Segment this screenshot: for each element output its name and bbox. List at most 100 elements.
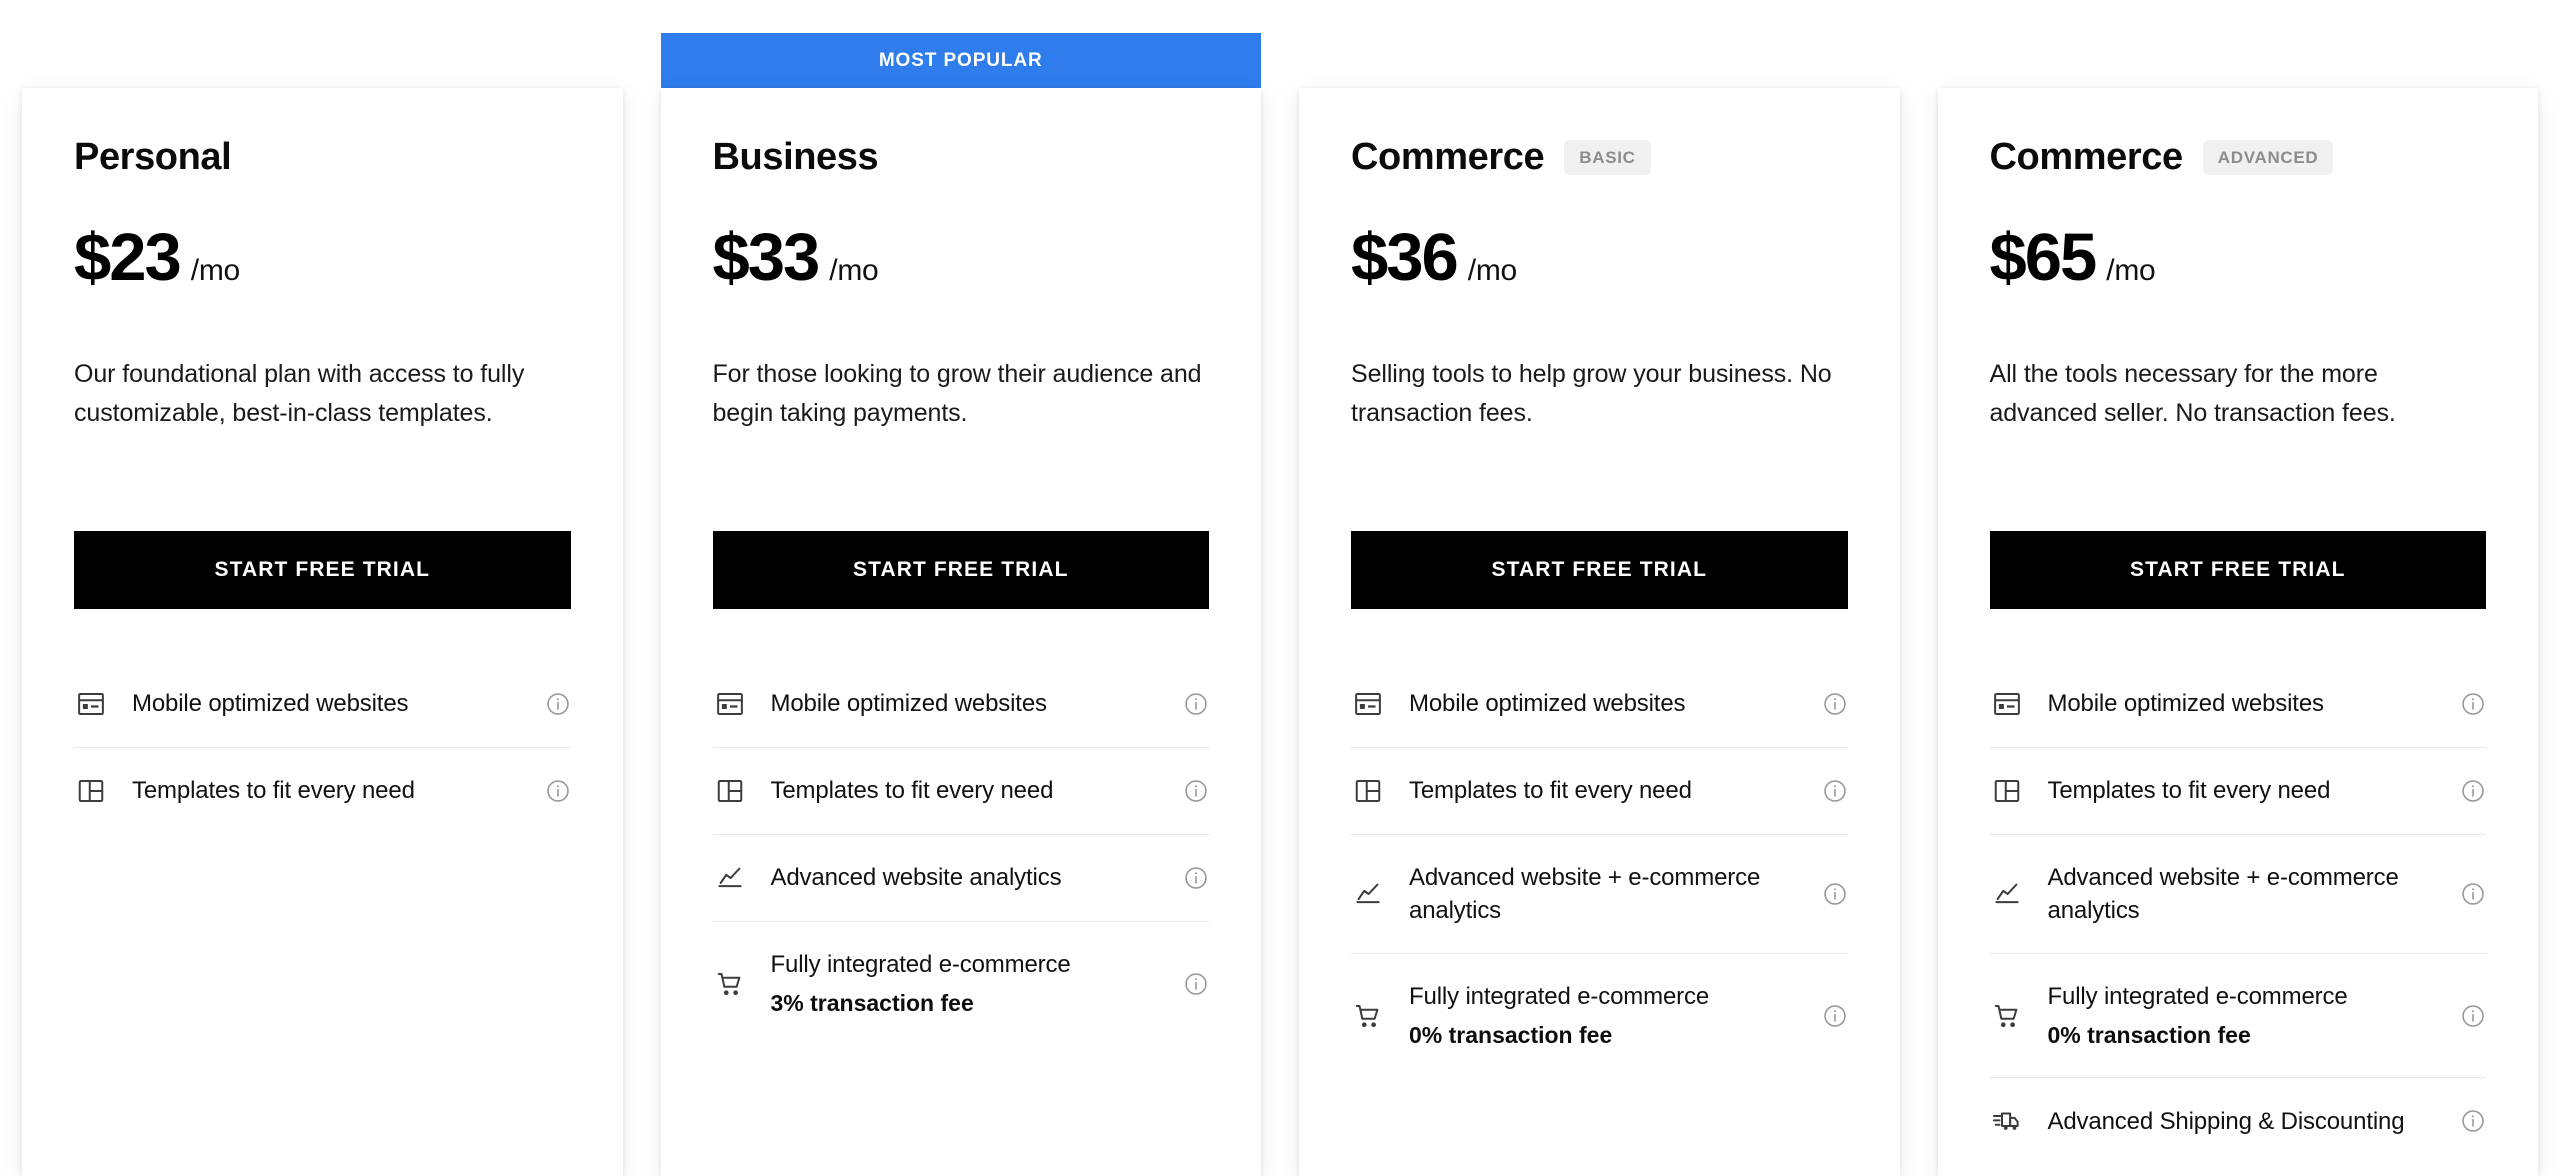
plan-name: Commerce	[1989, 135, 2184, 178]
feature-label: Fully integrated e-commerce	[1409, 983, 1710, 1011]
feature-row: Mobile optimized websites	[74, 661, 571, 748]
info-icon[interactable]	[1183, 865, 1209, 891]
feature-row: Templates to fit every need	[712, 748, 1209, 835]
plan-card: Business $33/mo For those looking to grow …	[660, 88, 1261, 1176]
info-icon[interactable]	[1183, 691, 1209, 717]
feature-row: Fully integrated e-commerce 0% transactio…	[1351, 954, 1848, 1077]
feature-row: Mobile optimized websites	[1351, 661, 1848, 748]
plan-description: Our foundational plan with access to ful…	[74, 360, 525, 427]
feature-label: Fully integrated e-commerce	[770, 951, 1071, 978]
plan-column-3: Commerce BASIC $36/mo Selling tools to help…	[1299, 0, 1900, 1176]
info-icon[interactable]	[2460, 691, 2486, 717]
info-icon[interactable]	[545, 691, 571, 717]
feature-text: Advanced website analytics	[771, 861, 1160, 894]
plan-header: Commerce BASIC	[1351, 134, 1848, 180]
plan-name: Business	[712, 135, 879, 178]
feature-text: Advanced website + e-commerce analytics	[2048, 861, 2437, 927]
info-icon[interactable]	[2460, 1108, 2486, 1134]
most-popular-label: MOST POPULAR	[878, 49, 1043, 71]
info-icon[interactable]	[1183, 971, 1209, 997]
plan-header: Business	[713, 134, 1210, 180]
price-period: /mo	[1467, 254, 1517, 287]
analytics-chart-icon	[1351, 877, 1385, 911]
feature-label: Fully integrated e-commerce	[2047, 983, 2348, 1011]
plan-description: For those looking to grow their audience…	[712, 360, 1202, 427]
price-period: /mo	[2106, 254, 2156, 287]
layout-grid-icon	[713, 774, 747, 808]
plan-header: Personal	[74, 134, 571, 180]
shopping-cart-icon	[1990, 999, 2024, 1033]
price-period: /mo	[190, 254, 240, 287]
info-icon[interactable]	[1822, 691, 1848, 717]
plan-header: Commerce ADVANCED	[1990, 134, 2487, 180]
plan-description: All the tools necessary for the more adv…	[1989, 360, 2396, 427]
start-free-trial-button[interactable]: START FREE TRIAL	[1351, 531, 1848, 609]
shipping-truck-icon	[1990, 1104, 2024, 1138]
feature-text: Templates to fit every need	[771, 774, 1160, 807]
browser-window-icon	[1351, 687, 1385, 721]
feature-row: Templates to fit every need	[1351, 748, 1848, 835]
price-amount: $33	[712, 220, 821, 295]
feature-row: Mobile optimized websites	[712, 661, 1209, 748]
feature-text: Mobile optimized websites	[771, 687, 1160, 720]
plan-card: Personal $23/mo Our foundational plan with…	[22, 88, 623, 1176]
most-popular-banner: MOST POPULAR	[660, 33, 1261, 88]
layout-grid-icon	[1990, 774, 2024, 808]
plan-price: $65/mo	[1990, 224, 2487, 291]
feature-text: Advanced Shipping & Discounting	[2048, 1105, 2437, 1138]
plan-feature-list: Mobile optimized websites Templates to fi…	[74, 661, 571, 834]
plan-column-2: MOST POPULAR Business $33/mo For those look…	[660, 0, 1261, 1176]
feature-text: Fully integrated e-commerce 0% transactio…	[1409, 980, 1798, 1051]
plan-column-4: Commerce ADVANCED $65/mo All the tools nece…	[1937, 0, 2538, 1176]
feature-row: Advanced website analytics	[712, 835, 1209, 922]
feature-row: Templates to fit every need	[1989, 748, 2486, 835]
info-icon[interactable]	[2460, 1003, 2486, 1029]
info-icon[interactable]	[1822, 881, 1848, 907]
feature-row: Advanced website + e-commerce analytics	[1989, 835, 2486, 955]
plan-description: Selling tools to help grow your business…	[1351, 360, 1832, 427]
feature-text: Templates to fit every need	[2048, 774, 2437, 807]
feature-text: Fully integrated e-commerce 0% transactio…	[2048, 980, 2437, 1051]
pricing-plans-grid: Personal $23/mo Our foundational plan with…	[0, 0, 2560, 1176]
plan-name: Personal	[74, 135, 232, 178]
price-period: /mo	[829, 254, 879, 287]
feature-label: Advanced website analytics	[770, 864, 1062, 892]
plan-tier-badge: BASIC	[1564, 139, 1651, 175]
feature-text: Mobile optimized websites	[1409, 687, 1798, 720]
start-free-trial-button[interactable]: START FREE TRIAL	[1989, 531, 2486, 609]
browser-window-icon	[1990, 687, 2024, 721]
info-icon[interactable]	[2460, 881, 2486, 907]
analytics-chart-icon	[1990, 877, 2024, 911]
plan-card: Commerce ADVANCED $65/mo All the tools nece…	[1937, 88, 2538, 1176]
feature-label: Advanced website + e-commerce analytics	[2047, 864, 2399, 925]
feature-label: Advanced Shipping & Discounting	[2047, 1107, 2405, 1135]
feature-row: Advanced Shipping & Discounting	[1990, 1078, 2487, 1164]
info-icon[interactable]	[1183, 778, 1209, 804]
feature-text: Templates to fit every need	[1409, 774, 1798, 807]
feature-label: Mobile optimized websites	[770, 690, 1048, 718]
info-icon[interactable]	[1822, 1003, 1848, 1029]
feature-label: Advanced website + e-commerce analytics	[1409, 864, 1761, 925]
browser-window-icon	[713, 687, 747, 721]
plan-tier-badge: ADVANCED	[2202, 139, 2334, 175]
start-free-trial-button[interactable]: START FREE TRIAL	[74, 531, 571, 609]
price-amount: $23	[74, 220, 182, 295]
feature-label: Mobile optimized websites	[1409, 690, 1686, 718]
feature-text: Fully integrated e-commerce 3% transactio…	[771, 948, 1160, 1019]
feature-row: Templates to fit every need	[74, 748, 571, 834]
info-icon[interactable]	[545, 778, 571, 804]
feature-row: Advanced website + e-commerce analytics	[1351, 835, 1848, 955]
feature-sublabel: 0% transaction fee	[1409, 1022, 1613, 1049]
plan-price: $33/mo	[713, 224, 1210, 291]
price-amount: $65	[1989, 220, 2098, 295]
plan-column-1: Personal $23/mo Our foundational plan with…	[22, 0, 623, 1176]
layout-grid-icon	[74, 774, 108, 808]
plan-price: $36/mo	[1351, 224, 1848, 291]
start-free-trial-button[interactable]: START FREE TRIAL	[712, 531, 1209, 609]
price-amount: $36	[1351, 220, 1459, 295]
shopping-cart-icon	[713, 967, 747, 1001]
info-icon[interactable]	[2460, 778, 2486, 804]
feature-row: Fully integrated e-commerce 3% transactio…	[713, 922, 1210, 1045]
layout-grid-icon	[1351, 774, 1385, 808]
info-icon[interactable]	[1822, 778, 1848, 804]
